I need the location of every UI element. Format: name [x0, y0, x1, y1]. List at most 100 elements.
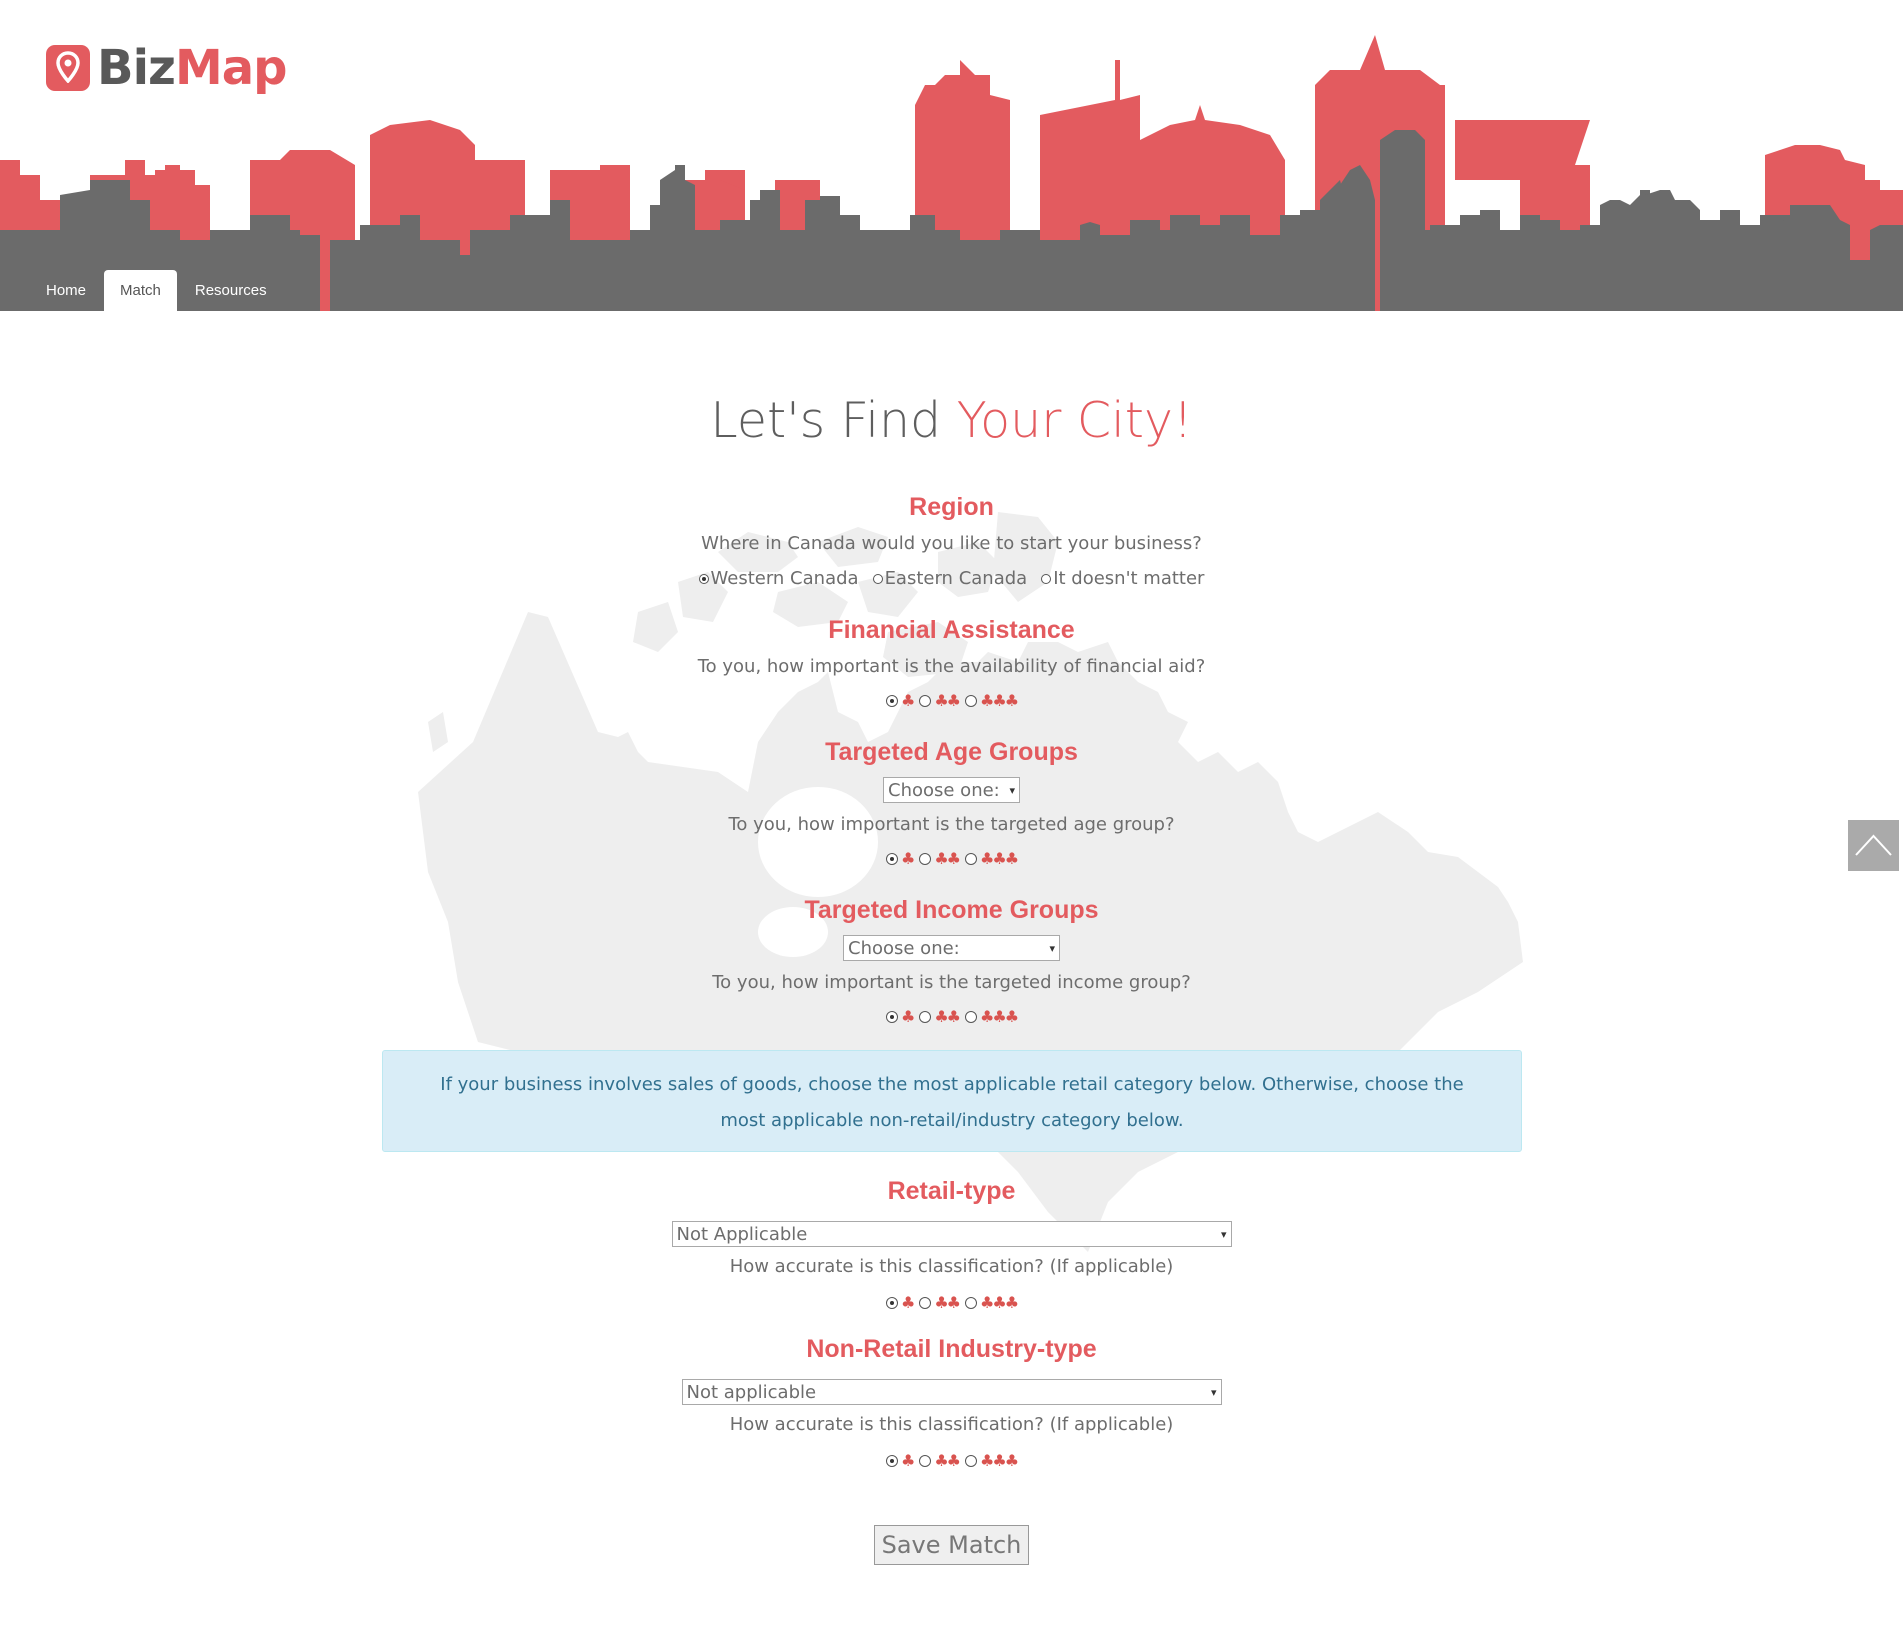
nav-tab-resources[interactable]: Resources — [179, 270, 283, 311]
radio-unchecked-icon[interactable] — [965, 695, 977, 707]
radio-unchecked-icon[interactable] — [919, 1297, 932, 1309]
retail-heading: Retail-type — [887, 1177, 1016, 1205]
bizmap-logo[interactable]: BizMap — [46, 44, 287, 92]
region-option-label: It doesn't matter — [1053, 568, 1205, 589]
maple-leaf-icon: ♣♣ — [934, 691, 961, 710]
region-section: Region Where in Canada would you like to… — [0, 492, 1903, 589]
rating-option-2[interactable]: ♣♣ — [919, 1009, 961, 1025]
logo-wordmark-map: Map — [174, 40, 288, 96]
radio-checked-icon[interactable] — [885, 1297, 898, 1309]
age-heading: Targeted Age Groups — [825, 738, 1078, 766]
nonretail-heading: Non-Retail Industry-type — [806, 1335, 1097, 1363]
region-question: Where in Canada would you like to start … — [701, 533, 1202, 554]
region-option-any[interactable]: It doesn't matter — [1041, 568, 1204, 589]
nonretail-select-wrap: Not applicable ▾ — [0, 1379, 1903, 1405]
maple-leaf-icon: ♣♣♣ — [980, 1293, 1019, 1312]
rating-option-1[interactable]: ♣ — [885, 1007, 915, 1026]
financial-heading: Financial Assistance — [828, 616, 1075, 644]
nav-tab-match[interactable]: Match — [104, 270, 177, 311]
rating-option-3[interactable]: ♣♣♣ — [965, 691, 1019, 710]
nav-tab-home[interactable]: Home — [30, 270, 102, 311]
rating-option-1[interactable]: ♣ — [885, 1293, 915, 1312]
radio-checked-icon[interactable] — [885, 1455, 898, 1467]
retail-select-wrap: Not Applicable ▾ — [0, 1221, 1903, 1247]
income-group-select[interactable]: Choose one: ▾ — [843, 935, 1060, 961]
retail-type-select[interactable]: Not Applicable ▾ — [671, 1221, 1232, 1247]
financial-rating: ♣ ♣♣ ♣♣♣ — [0, 689, 1903, 713]
rating-option-1[interactable]: ♣ — [885, 691, 915, 710]
maple-leaf-icon: ♣♣ — [934, 1293, 961, 1312]
maple-leaf-icon: ♣ — [900, 1007, 915, 1026]
retail-select-value: Not Applicable — [676, 1223, 808, 1245]
page-title-prefix: Let's Find — [710, 392, 957, 449]
page-title: Let's Find Your City! — [0, 392, 1903, 451]
maple-leaf-icon: ♣ — [900, 691, 915, 710]
radio-unchecked-icon[interactable] — [965, 1011, 977, 1023]
nonretail-type-select[interactable]: Not applicable ▾ — [681, 1379, 1222, 1405]
rating-option-3[interactable]: ♣♣♣ — [965, 1293, 1019, 1312]
radio-unchecked-icon[interactable] — [965, 1455, 977, 1467]
age-select-value: Choose one: — [888, 779, 1000, 801]
rating-option-2[interactable]: ♣♣ — [919, 1453, 961, 1469]
nonretail-section: Non-Retail Industry-type Not applicable ▾… — [0, 1334, 1903, 1473]
retail-section: Retail-type Not Applicable ▾ How accurate… — [0, 1176, 1903, 1315]
rating-option-3[interactable]: ♣♣♣ — [965, 849, 1019, 868]
chevron-down-icon: ▾ — [1009, 783, 1015, 797]
radio-unchecked-icon[interactable] — [872, 573, 883, 584]
radio-checked-icon[interactable] — [698, 573, 709, 584]
rating-option-1[interactable]: ♣ — [885, 849, 915, 868]
region-heading: Region — [909, 493, 994, 521]
radio-unchecked-icon[interactable] — [965, 853, 977, 865]
page-title-accent: Your City! — [956, 392, 1193, 449]
radio-checked-icon[interactable] — [885, 1011, 898, 1023]
chevron-up-icon — [1855, 834, 1892, 856]
maple-leaf-icon: ♣♣♣ — [980, 1451, 1019, 1470]
radio-checked-icon[interactable] — [885, 695, 898, 707]
radio-checked-icon[interactable] — [885, 853, 898, 865]
chevron-down-icon: ▾ — [1049, 941, 1055, 955]
income-section: Targeted Income Groups Choose one: ▾ To y… — [0, 895, 1903, 1029]
maple-leaf-icon: ♣ — [900, 849, 915, 868]
age-group-select[interactable]: Choose one: ▾ — [883, 777, 1020, 803]
scroll-to-top-button[interactable] — [1848, 820, 1899, 871]
maple-leaf-icon: ♣ — [900, 1451, 915, 1470]
region-options: Western Canada Eastern Canada It doesn't… — [0, 568, 1903, 589]
maple-leaf-icon: ♣♣♣ — [980, 1007, 1019, 1026]
logo-wordmark: BizMap — [97, 44, 287, 92]
rating-option-2[interactable]: ♣♣ — [919, 851, 961, 867]
income-question: To you, how important is the targeted in… — [712, 972, 1191, 993]
region-option-label: Eastern Canada — [884, 568, 1028, 589]
nonretail-select-value: Not applicable — [686, 1381, 817, 1403]
radio-unchecked-icon[interactable] — [919, 695, 932, 707]
age-question: To you, how important is the targeted ag… — [728, 814, 1175, 835]
age-rating: ♣ ♣♣ ♣♣♣ — [0, 847, 1903, 871]
rating-option-2[interactable]: ♣♣ — [919, 691, 961, 710]
logo-wordmark-biz: Biz — [97, 40, 176, 96]
save-match-button[interactable]: Save Match — [874, 1525, 1029, 1565]
financial-question: To you, how important is the availabilit… — [697, 656, 1206, 677]
radio-unchecked-icon[interactable] — [1041, 573, 1052, 584]
rating-option-3[interactable]: ♣♣♣ — [965, 1007, 1019, 1026]
region-option-eastern[interactable]: Eastern Canada — [872, 568, 1028, 589]
rating-option-2[interactable]: ♣♣ — [919, 1293, 961, 1312]
site-header: BizMap Home Match Resources — [0, 0, 1903, 311]
financial-section: Financial Assistance To you, how importa… — [0, 615, 1903, 713]
radio-unchecked-icon[interactable] — [919, 1011, 932, 1023]
map-pin-icon — [46, 45, 90, 91]
region-option-western[interactable]: Western Canada — [698, 568, 859, 589]
nonretail-question: How accurate is this classification? (If… — [729, 1414, 1174, 1435]
category-info-alert: If your business involves sales of goods… — [382, 1050, 1522, 1152]
category-info-text: If your business involves sales of goods… — [440, 1074, 1464, 1131]
maple-leaf-icon: ♣ — [900, 1293, 915, 1312]
radio-unchecked-icon[interactable] — [965, 1297, 977, 1309]
radio-unchecked-icon[interactable] — [919, 1455, 932, 1467]
radio-unchecked-icon[interactable] — [919, 853, 932, 865]
rating-option-3[interactable]: ♣♣♣ — [965, 1451, 1019, 1470]
nonretail-rating: ♣ ♣♣ ♣♣♣ — [0, 1449, 1903, 1473]
income-select-wrap: Choose one: ▾ — [0, 935, 1903, 961]
income-select-value: Choose one: — [848, 937, 960, 959]
maple-leaf-icon: ♣♣♣ — [980, 849, 1019, 868]
rating-option-1[interactable]: ♣ — [885, 1451, 915, 1470]
region-option-label: Western Canada — [710, 568, 859, 589]
maple-leaf-icon: ♣♣♣ — [980, 691, 1019, 710]
